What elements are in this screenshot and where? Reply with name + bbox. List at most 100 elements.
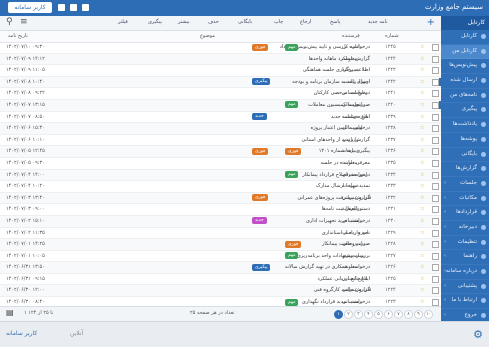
sidebar-item[interactable]: پشتیبانی ‹	[441, 280, 489, 295]
row-checkbox[interactable]	[432, 264, 439, 272]
row-subject[interactable]: ابلاغ نتایج ارزیابی عملکرد	[100, 276, 370, 282]
star-icon[interactable]: ☆	[420, 287, 424, 293]
sidebar-item[interactable]: مکاتبات ‹	[441, 192, 489, 207]
row-checkbox[interactable]	[432, 229, 439, 237]
col-subject[interactable]: موضوع	[200, 33, 215, 39]
sidebar-item[interactable]: دبیرخانه ‹	[441, 221, 489, 236]
star-icon[interactable]: ☆	[420, 67, 424, 73]
row-subject[interactable]: درخواست بررسی و تایید پیش‌نویس قرارداد	[100, 44, 370, 50]
row-checkbox[interactable]	[432, 217, 439, 225]
list-view-icon[interactable]: ▤	[6, 308, 14, 317]
sidebar-item[interactable]: جلسات ‹	[441, 177, 489, 192]
star-icon[interactable]: ☆	[420, 241, 424, 247]
col-date[interactable]: تاریخ نامه	[8, 33, 28, 39]
row-subject[interactable]: درخواست اصلاح قرارداد پیمانکار	[100, 172, 370, 178]
page-number[interactable]: ۱۰	[424, 310, 433, 319]
row-checkbox[interactable]	[432, 55, 439, 63]
settings-icon[interactable]: ⚙	[473, 328, 483, 341]
new-letter-button[interactable]: نامه جدید	[368, 18, 388, 27]
row-checkbox[interactable]	[432, 206, 439, 214]
row-subject[interactable]: درخواست همکاری در تهیه گزارش سالانه	[100, 264, 370, 270]
star-icon[interactable]: ☆	[420, 90, 424, 96]
row-subject[interactable]: گزارش عملکرد ماهانه واحدها	[100, 56, 370, 62]
row-subject[interactable]: درخواست تمدید قرارداد نگهداری	[100, 299, 370, 305]
table-row[interactable]: ۱۴۰۲/۰۷/۰۶ ۱۰:۱۰ گزارش بازدید از واحدهای …	[0, 135, 441, 147]
row-checkbox[interactable]	[432, 252, 439, 260]
row-checkbox[interactable]	[432, 287, 439, 295]
row-checkbox[interactable]	[432, 44, 439, 51]
star-icon[interactable]: ☆	[420, 79, 424, 85]
search-icon[interactable]: ⚲	[6, 17, 13, 27]
row-checkbox[interactable]	[432, 183, 439, 191]
sidebar-item[interactable]: ارسال شده	[441, 74, 489, 89]
star-icon[interactable]: ☆	[420, 183, 424, 189]
table-row[interactable]: ۱۴۰۲/۰۷/۰۶ ۱۵:۳۰ درخواست تامین اعتبار پرو…	[0, 123, 441, 135]
row-checkbox[interactable]	[432, 90, 439, 98]
mail-icon[interactable]	[70, 4, 77, 11]
sidebar-item[interactable]: گزارش‌ها	[441, 162, 489, 177]
row-subject[interactable]: ارسال نامه به سازمان برنامه و بودجه	[100, 79, 370, 85]
table-row[interactable]: ۱۴۰۲/۰۷/۰۴ ۱۴:۰۰ درخواست اصلاح قرارداد پی…	[0, 169, 441, 182]
row-subject[interactable]: پیگیری نامه شماره ۱۲۰۱	[100, 148, 370, 154]
page-number[interactable]: ۲	[344, 310, 353, 319]
row-subject[interactable]: درخواست تامین اعتبار پروژه	[100, 125, 370, 131]
star-icon[interactable]: ☆	[420, 137, 424, 143]
reply-button[interactable]: پاسخ	[330, 18, 340, 27]
table-row[interactable]: ۱۴۰۲/۰۷/۰۲ ۱۱:۳۵ نامه وارده از استانداری ح…	[0, 228, 441, 240]
delete-button[interactable]: حذف	[208, 18, 219, 27]
table-row[interactable]: ۱۴۰۲/۰۷/۰۹ ۱۱:۰۵ اطلاعیه برگزاری جلسه هما…	[0, 65, 441, 77]
menu-icon[interactable]: ≡	[20, 17, 28, 27]
page-number[interactable]: ۸	[404, 310, 413, 319]
star-icon[interactable]: ☆	[420, 264, 424, 270]
page-number[interactable]: ۵	[374, 310, 383, 319]
sidebar-item[interactable]: راهنما ‹	[441, 250, 489, 265]
sidebar-item[interactable]: قراردادها ‹	[441, 206, 489, 221]
row-subject[interactable]: گزارش بازدید از واحدهای استانی	[100, 137, 370, 143]
row-subject[interactable]: درخواست خرید تجهیزات اداری	[100, 218, 370, 224]
archive-button[interactable]: بایگانی	[238, 18, 252, 27]
star-icon[interactable]: ☆	[420, 299, 424, 305]
table-row[interactable]: ۱۴۰۲/۰۷/۰۱ ۱۰:۰۵ بررسی پیشنهادات واحد برن…	[0, 251, 441, 263]
table-row[interactable]: ۱۴۰۲/۰۶/۳۱ ۱۳:۵۰ درخواست همکاری در تهیه گ…	[0, 262, 441, 274]
star-icon[interactable]: ☆	[420, 125, 424, 131]
table-row[interactable]: ۱۴۰۲/۰۷/۰۹ ۱۴:۱۲ گزارش عملکرد ماهانه واحد…	[0, 53, 441, 66]
row-subject[interactable]: نامه وارده از استانداری	[100, 230, 370, 236]
table-row[interactable]: ۱۴۰۲/۰۷/۰۷ ۱۳:۱۵ صورتجلسه کمیسیون معاملات…	[0, 99, 441, 112]
page-number[interactable]: ۴	[364, 310, 373, 319]
forward-button[interactable]: ارجاع	[300, 18, 311, 27]
user-menu[interactable]: کاربر سامانه	[8, 2, 52, 13]
row-checkbox[interactable]	[432, 101, 439, 109]
row-subject[interactable]: گزارش جلسه کارگروه فنی	[100, 287, 370, 293]
col-number[interactable]: شماره	[385, 33, 399, 39]
table-row[interactable]: ۱۴۰۲/۰۷/۰۸ ۱۰:۴۰ ارسال نامه به سازمان برن…	[0, 76, 441, 89]
table-row[interactable]: ۱۴۰۲/۰۷/۰۵ ۱۲:۴۵ پیگیری نامه شماره ۱۲۰۱ دب…	[0, 146, 441, 158]
page-number[interactable]: ۱	[334, 310, 343, 319]
row-subject[interactable]: اطلاعیه برگزاری جلسه هماهنگی	[100, 67, 370, 73]
row-subject[interactable]: درخواست مرخصی کارکنان	[100, 90, 370, 96]
star-icon[interactable]: ☆	[420, 230, 424, 236]
table-row[interactable]: ۱۴۰۲/۰۷/۰۴ ۱۰:۲۰ تمدید مهلت ارسال مدارک دب…	[0, 181, 441, 193]
table-row[interactable]: ۱۴۰۲/۰۷/۰۵ ۰۹:۳۰ معرفی نماینده در جلسه معا…	[0, 158, 441, 170]
row-checkbox[interactable]	[432, 148, 439, 156]
star-icon[interactable]: ☆	[420, 172, 424, 178]
col-sender[interactable]: فرستنده	[342, 33, 360, 39]
more-button[interactable]: بیشتر	[178, 18, 190, 27]
row-checkbox[interactable]	[432, 125, 439, 133]
page-number[interactable]: ۷	[394, 310, 403, 319]
add-icon[interactable]: +	[427, 17, 435, 28]
table-row[interactable]: ۱۴۰۲/۰۷/۱۰ ۰۹:۳۰ درخواست بررسی و تایید پی…	[0, 42, 441, 54]
star-icon[interactable]: ☆	[420, 276, 424, 282]
sidebar-item[interactable]: تنظیمات ‹	[441, 236, 489, 251]
row-subject[interactable]: ابلاغ بخشنامه جدید	[100, 114, 370, 120]
row-subject[interactable]: گزارش پیشرفت پروژه‌های عمرانی	[100, 195, 371, 201]
star-icon[interactable]: ☆	[420, 160, 424, 166]
table-row[interactable]: ۱۴۰۲/۰۷/۰۷ ۰۸:۵۰ ابلاغ بخشنامه جدید حوزه ر…	[0, 112, 441, 124]
page-number[interactable]: ۶	[384, 310, 393, 319]
sidebar-item[interactable]: درباره سامانه ‹	[441, 265, 489, 280]
table-row[interactable]: ۱۴۰۲/۰۷/۰۲ ۱۵:۱۰ درخواست خرید تجهیزات ادا…	[0, 215, 441, 228]
sidebar-item[interactable]: نامه‌های من	[441, 89, 489, 104]
follow-button[interactable]: پیگیری	[148, 18, 162, 27]
row-checkbox[interactable]	[432, 241, 439, 249]
row-checkbox[interactable]	[432, 136, 439, 144]
star-icon[interactable]: ☆	[420, 114, 424, 120]
